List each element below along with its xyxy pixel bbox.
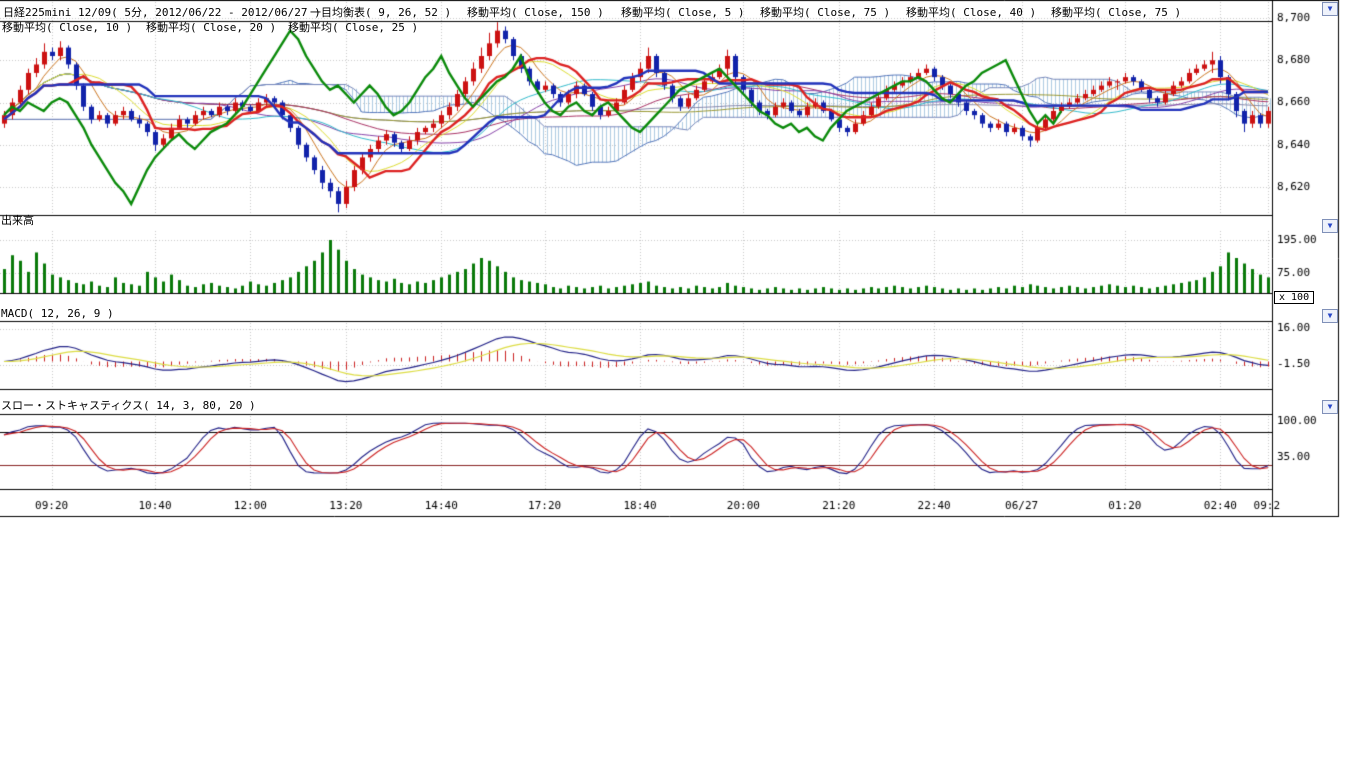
legend-ma-150: 移動平均( Close, 150 ) [467, 7, 604, 19]
legend-ma-75-2: 移動平均( Close, 75 ) [1051, 7, 1181, 19]
chart-canvas[interactable] [0, 0, 1340, 520]
legend-ma-5: 移動平均( Close, 5 ) [621, 7, 744, 19]
price-scale-dropdown-icon[interactable]: ▼ [1322, 2, 1338, 16]
macd-scale-dropdown-icon[interactable]: ▼ [1322, 309, 1338, 323]
legend-ma-20: 移動平均( Close, 20 ) [146, 22, 276, 34]
stoch-pane-label: スロー・ストキャスティクス( 14, 3, 80, 20 ) [1, 400, 256, 412]
legend-ichimoku: 一目均衡表( 9, 26, 52 ) [310, 7, 451, 19]
legend-ma-10: 移動平均( Close, 10 ) [2, 22, 132, 34]
legend-ma-25: 移動平均( Close, 25 ) [288, 22, 418, 34]
volume-pane-label: 出来高 [1, 215, 34, 227]
volume-multiplier-badge: x 100 [1274, 291, 1314, 304]
macd-pane-label: MACD( 12, 26, 9 ) [1, 308, 114, 320]
legend-ma-75: 移動平均( Close, 75 ) [760, 7, 890, 19]
legend-ma-40: 移動平均( Close, 40 ) [906, 7, 1036, 19]
volume-scale-dropdown-icon[interactable]: ▼ [1322, 219, 1338, 233]
chart-window: 日経225mini 12/09( 5分, 2012/06/22 - 2012/0… [0, 0, 1366, 768]
chart-title: 日経225mini 12/09( 5分, 2012/06/22 - 2012/0… [3, 7, 321, 19]
stoch-scale-dropdown-icon[interactable]: ▼ [1322, 400, 1338, 414]
